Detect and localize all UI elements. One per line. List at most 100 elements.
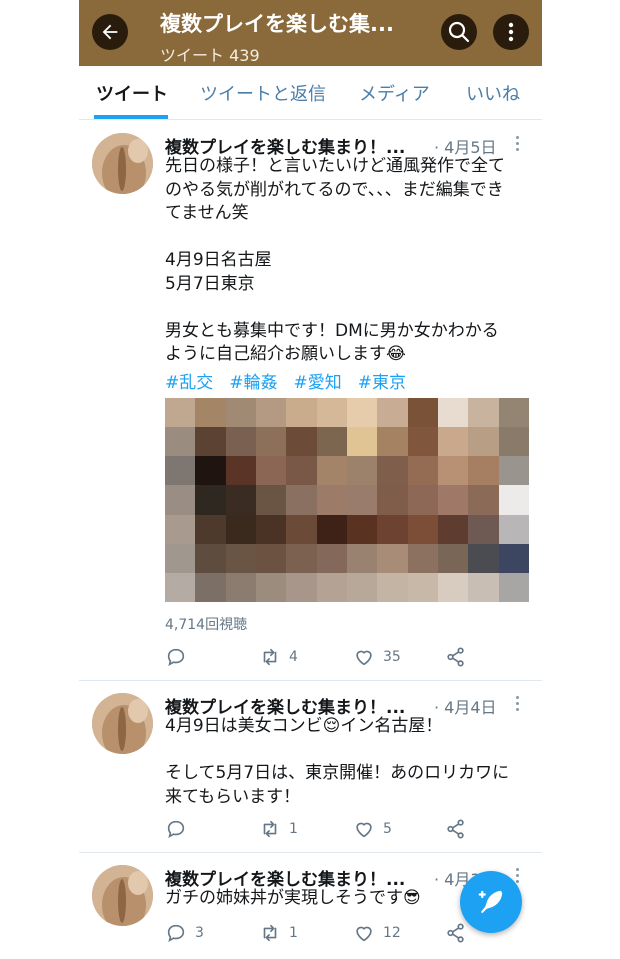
tweet-actions: 1 5 <box>165 818 465 842</box>
hashtag-link[interactable]: #輪姦 <box>229 373 277 393</box>
mosaic-cell <box>407 398 438 428</box>
mosaic-cell <box>195 543 226 573</box>
like-count: 5 <box>383 821 392 837</box>
mosaic-cell <box>225 543 256 573</box>
mosaic-cell <box>438 456 469 486</box>
mosaic-cell <box>498 456 529 486</box>
mosaic-cell <box>498 427 529 457</box>
retweet-button[interactable]: 1 <box>259 818 298 840</box>
mosaic-cell <box>407 514 438 544</box>
tab-media[interactable]: メディア <box>359 80 430 106</box>
avatar[interactable] <box>92 693 153 754</box>
share-icon <box>447 819 464 839</box>
mosaic-cell <box>225 572 256 602</box>
arrow-left-icon <box>102 24 118 40</box>
tweet-more-icon[interactable] <box>516 136 520 154</box>
mosaic-cell <box>407 572 438 602</box>
mosaic-cell <box>468 427 499 457</box>
back-button[interactable] <box>92 14 128 50</box>
tab-tweets[interactable]: ツイート <box>96 80 168 106</box>
like-button[interactable]: 35 <box>353 646 401 668</box>
mosaic-cell <box>286 514 317 544</box>
reply-count: 3 <box>195 925 204 941</box>
mosaic-cell <box>256 456 287 486</box>
hashtag-link[interactable]: #東京 <box>358 373 406 393</box>
tweet-more-icon[interactable] <box>516 868 520 886</box>
tweet-actions: 4 35 <box>165 646 465 670</box>
hashtag-link[interactable]: #乱交 <box>165 373 213 393</box>
mosaic-cell <box>165 543 196 573</box>
reply-button[interactable] <box>165 818 195 840</box>
avatar-image <box>92 865 153 926</box>
retweet-button[interactable]: 4 <box>259 646 298 668</box>
mosaic-cell <box>316 427 347 457</box>
hashtag-link[interactable]: #愛知 <box>294 373 342 393</box>
mosaic-cell <box>498 485 529 515</box>
tweet-item[interactable]: 複数プレイを楽しむ集まり！... · 4月4日 4月9日は美女コンビ😌イン名古屋… <box>79 681 542 853</box>
heart-icon <box>356 926 372 942</box>
mosaic-cell <box>438 398 469 428</box>
mosaic-cell <box>225 456 256 486</box>
mosaic-cell <box>286 398 317 428</box>
mosaic-cell <box>438 427 469 457</box>
avatar[interactable] <box>92 133 153 194</box>
mosaic-cell <box>225 398 256 428</box>
retweet-count: 4 <box>289 649 298 665</box>
reply-button[interactable] <box>165 646 195 668</box>
search-icon <box>448 21 470 43</box>
mosaic-cell <box>377 456 408 486</box>
mosaic-cell <box>286 427 317 457</box>
mosaic-cell <box>347 543 378 573</box>
retweet-button[interactable]: 1 <box>259 922 298 944</box>
reply-icon <box>167 924 185 942</box>
mosaic-cell <box>377 514 408 544</box>
mosaic-cell <box>347 427 378 457</box>
mosaic-cell <box>225 514 256 544</box>
retweet-count: 1 <box>289 821 298 837</box>
like-button[interactable]: 12 <box>353 922 401 944</box>
mosaic-cell <box>407 485 438 515</box>
mosaic-cell <box>377 572 408 602</box>
compose-tweet-button[interactable] <box>460 871 522 933</box>
profile-name-title: 複数プレイを楽しむ集... <box>160 12 394 36</box>
mosaic-cell <box>347 514 378 544</box>
tweet-actions: 3 1 12 <box>165 922 465 946</box>
mosaic-cell <box>468 485 499 515</box>
mosaic-cell <box>165 427 196 457</box>
share-button[interactable] <box>445 646 467 668</box>
avatar[interactable] <box>92 865 153 926</box>
tweet-video-pixelated[interactable] <box>165 398 529 602</box>
mosaic-cell <box>195 514 226 544</box>
mosaic-cell <box>407 427 438 457</box>
mosaic-cell <box>377 485 408 515</box>
mosaic-cell <box>438 514 469 544</box>
mosaic-cell <box>195 456 226 486</box>
share-button[interactable] <box>445 818 467 840</box>
share-button[interactable] <box>445 922 467 944</box>
tweet-more-icon[interactable] <box>516 696 520 714</box>
like-button[interactable]: 5 <box>353 818 392 840</box>
mosaic-cell <box>256 572 287 602</box>
tab-likes[interactable]: いいね <box>466 80 520 106</box>
mosaic-cell <box>256 398 287 428</box>
reply-icon <box>167 648 185 666</box>
mosaic-cell <box>256 427 287 457</box>
app-screen: 複数プレイを楽しむ集... ツイート 439 ツイート ツイートと返信 メディア… <box>79 0 542 959</box>
reply-button[interactable]: 3 <box>165 922 204 944</box>
mosaic-cell <box>468 456 499 486</box>
more-options-button[interactable] <box>493 14 529 50</box>
tweet-text: 先日の様子！と言いたいけど通風発作で全て のやる気が削がれてるので、、、まだ編集… <box>165 156 505 364</box>
mosaic-cell <box>195 398 226 428</box>
mosaic-cell <box>347 485 378 515</box>
mosaic-cell <box>316 456 347 486</box>
mosaic-cell <box>468 543 499 573</box>
mosaic-cell <box>438 485 469 515</box>
tab-tweets-and-replies[interactable]: ツイートと返信 <box>200 80 326 106</box>
tweet-count: ツイート 439 <box>160 46 260 65</box>
mosaic-cell <box>438 572 469 602</box>
search-button[interactable] <box>441 14 477 50</box>
tweet-item[interactable]: 複数プレイを楽しむ集まり！... · 4月5日 先日の様子！と言いたいけど通風発… <box>79 121 542 681</box>
active-tab-indicator <box>94 115 168 119</box>
mosaic-cell <box>498 514 529 544</box>
mosaic-cell <box>286 456 317 486</box>
